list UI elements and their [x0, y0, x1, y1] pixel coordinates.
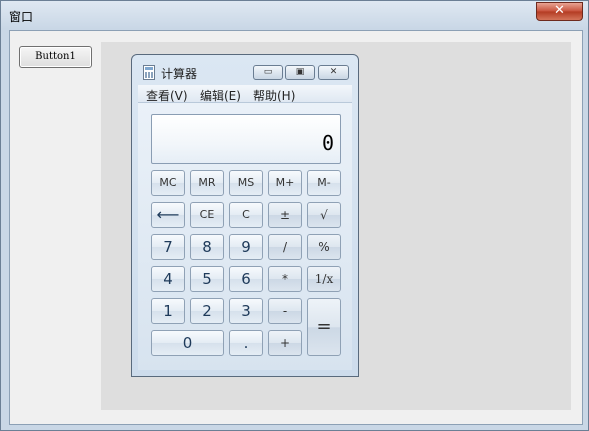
key-ms[interactable]: MS [229, 170, 263, 196]
menu-view[interactable]: 查看(V) [146, 87, 188, 104]
calculator-body: 0 MC MR MS M+ M- ⟵ CE C ± √ 7 8 9 / % 4 … [138, 103, 352, 370]
calculator-display: 0 [151, 114, 341, 164]
calculator-close-button[interactable]: ✕ [318, 65, 349, 80]
key-mc[interactable]: MC [151, 170, 185, 196]
key-1[interactable]: 1 [151, 298, 185, 324]
key-8[interactable]: 8 [190, 234, 224, 260]
button1[interactable]: Button1 [19, 46, 92, 68]
key-decimal[interactable]: . [229, 330, 263, 356]
maximize-button[interactable]: ▣ [285, 65, 315, 80]
key-mr[interactable]: MR [190, 170, 224, 196]
key-backspace[interactable]: ⟵ [151, 202, 185, 228]
display-value: 0 [321, 131, 334, 155]
menu-help[interactable]: 帮助(H) [253, 87, 295, 104]
key-7[interactable]: 7 [151, 234, 185, 260]
key-multiply[interactable]: * [268, 266, 302, 292]
calculator-title: 计算器 [161, 67, 198, 81]
window-close-button[interactable]: ✕ [536, 2, 583, 21]
key-2[interactable]: 2 [190, 298, 224, 324]
menu-bar: 查看(V) 编辑(E) 帮助(H) [138, 85, 352, 103]
key-add[interactable]: + [268, 330, 302, 356]
key-c[interactable]: C [229, 202, 263, 228]
key-5[interactable]: 5 [190, 266, 224, 292]
key-reciprocal[interactable]: 1/x [307, 266, 341, 292]
key-6[interactable]: 6 [229, 266, 263, 292]
key-subtract[interactable]: - [268, 298, 302, 324]
window-title: 窗口 [9, 10, 34, 24]
key-4[interactable]: 4 [151, 266, 185, 292]
calculator-app-icon [143, 65, 155, 80]
key-sqrt[interactable]: √ [307, 202, 341, 228]
key-3[interactable]: 3 [229, 298, 263, 324]
key-9[interactable]: 9 [229, 234, 263, 260]
key-mplus[interactable]: M+ [268, 170, 302, 196]
key-ce[interactable]: CE [190, 202, 224, 228]
calculator-window: 计算器 ▭ ▣ ✕ 查看(V) 编辑(E) 帮助(H) 0 MC MR MS M… [131, 54, 359, 377]
key-0[interactable]: 0 [151, 330, 224, 356]
key-mminus[interactable]: M- [307, 170, 341, 196]
key-plusminus[interactable]: ± [268, 202, 302, 228]
key-equals[interactable]: = [307, 298, 341, 356]
minimize-button[interactable]: ▭ [253, 65, 283, 80]
menu-edit[interactable]: 编辑(E) [200, 87, 241, 104]
key-divide[interactable]: / [268, 234, 302, 260]
key-percent[interactable]: % [307, 234, 341, 260]
